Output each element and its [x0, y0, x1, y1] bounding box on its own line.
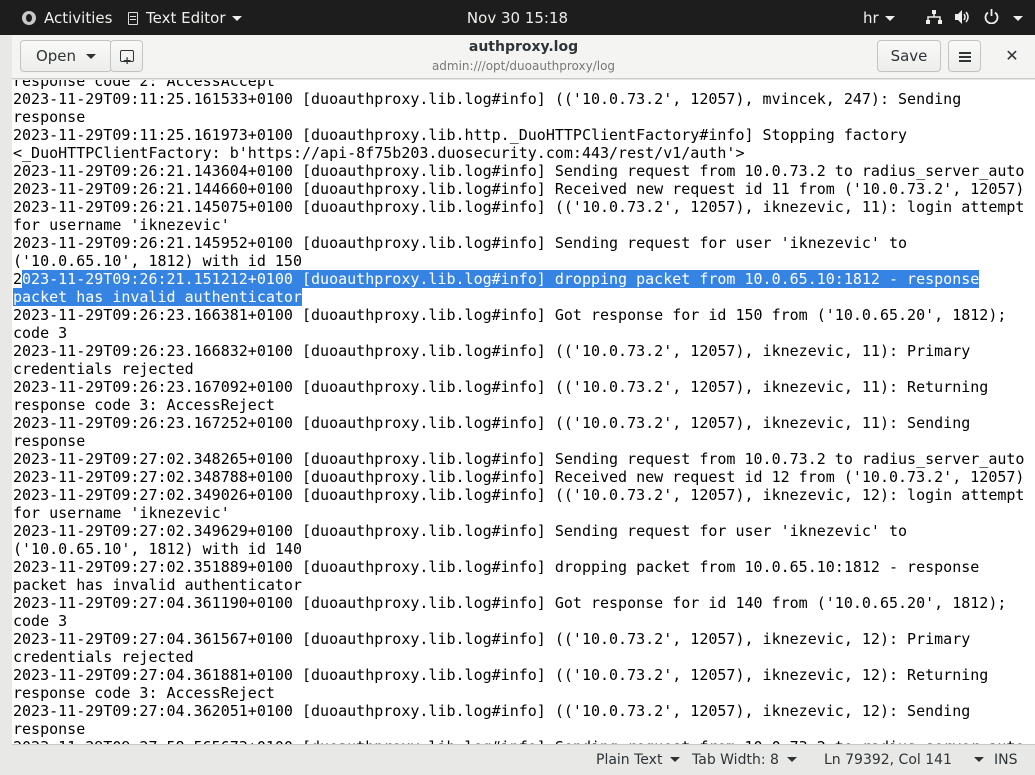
text-line: 2023-11-29T09:27:02.348265+0100 [duoauth… — [13, 450, 1025, 468]
text-line: <_DuoHTTPClientFactory: b'https://api-8f… — [13, 144, 745, 162]
input-language-label: hr — [863, 9, 879, 27]
text-line: packet has invalid authenticator — [13, 288, 1024, 306]
text-line: 2023-11-29T09:26:21.145075+0100 [duoauth… — [13, 198, 1025, 216]
text-line: 2023-11-29T09:27:02.349026+0100 [duoauth… — [13, 486, 1025, 504]
text-line: response — [13, 432, 86, 450]
network-icon — [926, 1, 942, 37]
cursor-position[interactable]: Ln 79392, Col 141 — [824, 745, 984, 775]
cursor-position-label: Ln 79392, Col 141 — [824, 752, 952, 768]
hamburger-icon — [958, 55, 971, 58]
text-line: response code 3: AccessReject — [13, 684, 275, 702]
chevron-down-icon — [973, 757, 984, 762]
text-line: response code 3: AccessReject — [13, 396, 275, 414]
text-line: 2023-11-29T09:26:21.144660+0100 [duoauth… — [13, 180, 1025, 198]
close-icon: ✕ — [1005, 46, 1019, 65]
power-icon — [984, 1, 999, 37]
selected-text: 023-11-29T09:26:21.151212+0100 [duoauthp… — [22, 270, 980, 288]
text-line: response — [13, 108, 86, 126]
text-line: ('10.0.65.10', 1812) with id 140 — [13, 540, 302, 558]
status-bar: Plain Text Tab Width: 8 Ln 79392, Col 14… — [12, 744, 1035, 774]
tab-width-label: Tab Width: 8 — [692, 752, 779, 768]
save-button[interactable]: Save — [877, 40, 941, 72]
text-line: 2023-11-29T09:11:25.161533+0100 [duoauth… — [13, 90, 962, 108]
chevron-down-icon — [1012, 16, 1023, 21]
text-line: 2023-11-29T09:26:23.167092+0100 [duoauth… — [13, 378, 989, 396]
selected-text: packet has invalid authenticator — [13, 288, 302, 306]
text-line: 2023-11-29T09:26:23.166381+0100 [duoauth… — [13, 306, 1007, 324]
language-label: Plain Text — [596, 752, 663, 768]
text-line: credentials rejected — [13, 360, 194, 378]
text-line: ('10.0.65.10', 1812) with id 150 — [13, 252, 302, 270]
chevron-down-icon — [884, 16, 895, 21]
insert-mode-indicator: INS — [994, 752, 1018, 768]
text-line: credentials rejected — [13, 648, 194, 666]
chevron-down-icon — [670, 757, 681, 762]
text-line: 2023-11-29T09:27:02.351889+0100 [duoauth… — [13, 558, 980, 576]
text-line: 2023-11-29T09:27:02.349629+0100 [duoauth… — [13, 522, 908, 540]
language-selector[interactable]: Plain Text — [596, 745, 681, 775]
chevron-down-icon — [786, 757, 797, 762]
text-line: code 3 — [13, 612, 68, 630]
text-line: 2023-11-29T09:27:04.361190+0100 [duoauth… — [13, 594, 1007, 612]
text-line: response code 2: AccessAccept — [13, 80, 275, 90]
top-bar: Activities Text Editor Nov 30 15:18 hr — [0, 0, 1035, 35]
hamburger-menu-button[interactable] — [948, 40, 981, 72]
text-lines: response code 2: AccessAccept 2023-11-29T… — [13, 80, 1024, 744]
system-menu[interactable] — [926, 0, 1023, 35]
text-line: 2023-11-29T09:11:25.161973+0100 [duoauth… — [13, 126, 908, 144]
text-line: 2023-11-29T09:26:21.145952+0100 [duoauth… — [13, 234, 908, 252]
text-line: for username 'iknezevic' — [13, 504, 230, 522]
tab-width-selector[interactable]: Tab Width: 8 — [692, 745, 797, 775]
volume-icon — [954, 1, 971, 37]
text-line: for username 'iknezevic' — [13, 216, 230, 234]
text-editor-area[interactable]: response code 2: AccessAccept 2023-11-29T… — [12, 80, 1035, 744]
text-line: 2023-11-29T09:27:04.361881+0100 [duoauth… — [13, 666, 989, 684]
close-button[interactable]: ✕ — [998, 40, 1026, 72]
text-line: 2023-11-29T09:27:02.348788+0100 [duoauth… — [13, 468, 1025, 486]
header-bar: Open authproxy.log admin:///opt/duoauthp… — [12, 35, 1035, 79]
text-line: 2023-11-29T09:27:04.362051+0100 [duoauth… — [13, 702, 971, 720]
text-line: code 3 — [13, 324, 68, 342]
text-line: 2023-11-29T09:27:04.361567+0100 [duoauth… — [13, 630, 971, 648]
text-line: response — [13, 720, 86, 738]
input-language-indicator[interactable]: hr — [863, 0, 895, 35]
text-line: 2023-11-29T09:26:23.166832+0100 [duoauth… — [13, 342, 971, 360]
text-line: 2023-11-29T09:26:21.151212+0100 [duoauth… — [13, 270, 980, 288]
text-line: 2023-11-29T09:26:21.143604+0100 [duoauth… — [13, 162, 1025, 180]
text-line: packet has invalid authenticator — [13, 576, 302, 594]
text-line: 2023-11-29T09:26:23.167252+0100 [duoauth… — [13, 414, 971, 432]
